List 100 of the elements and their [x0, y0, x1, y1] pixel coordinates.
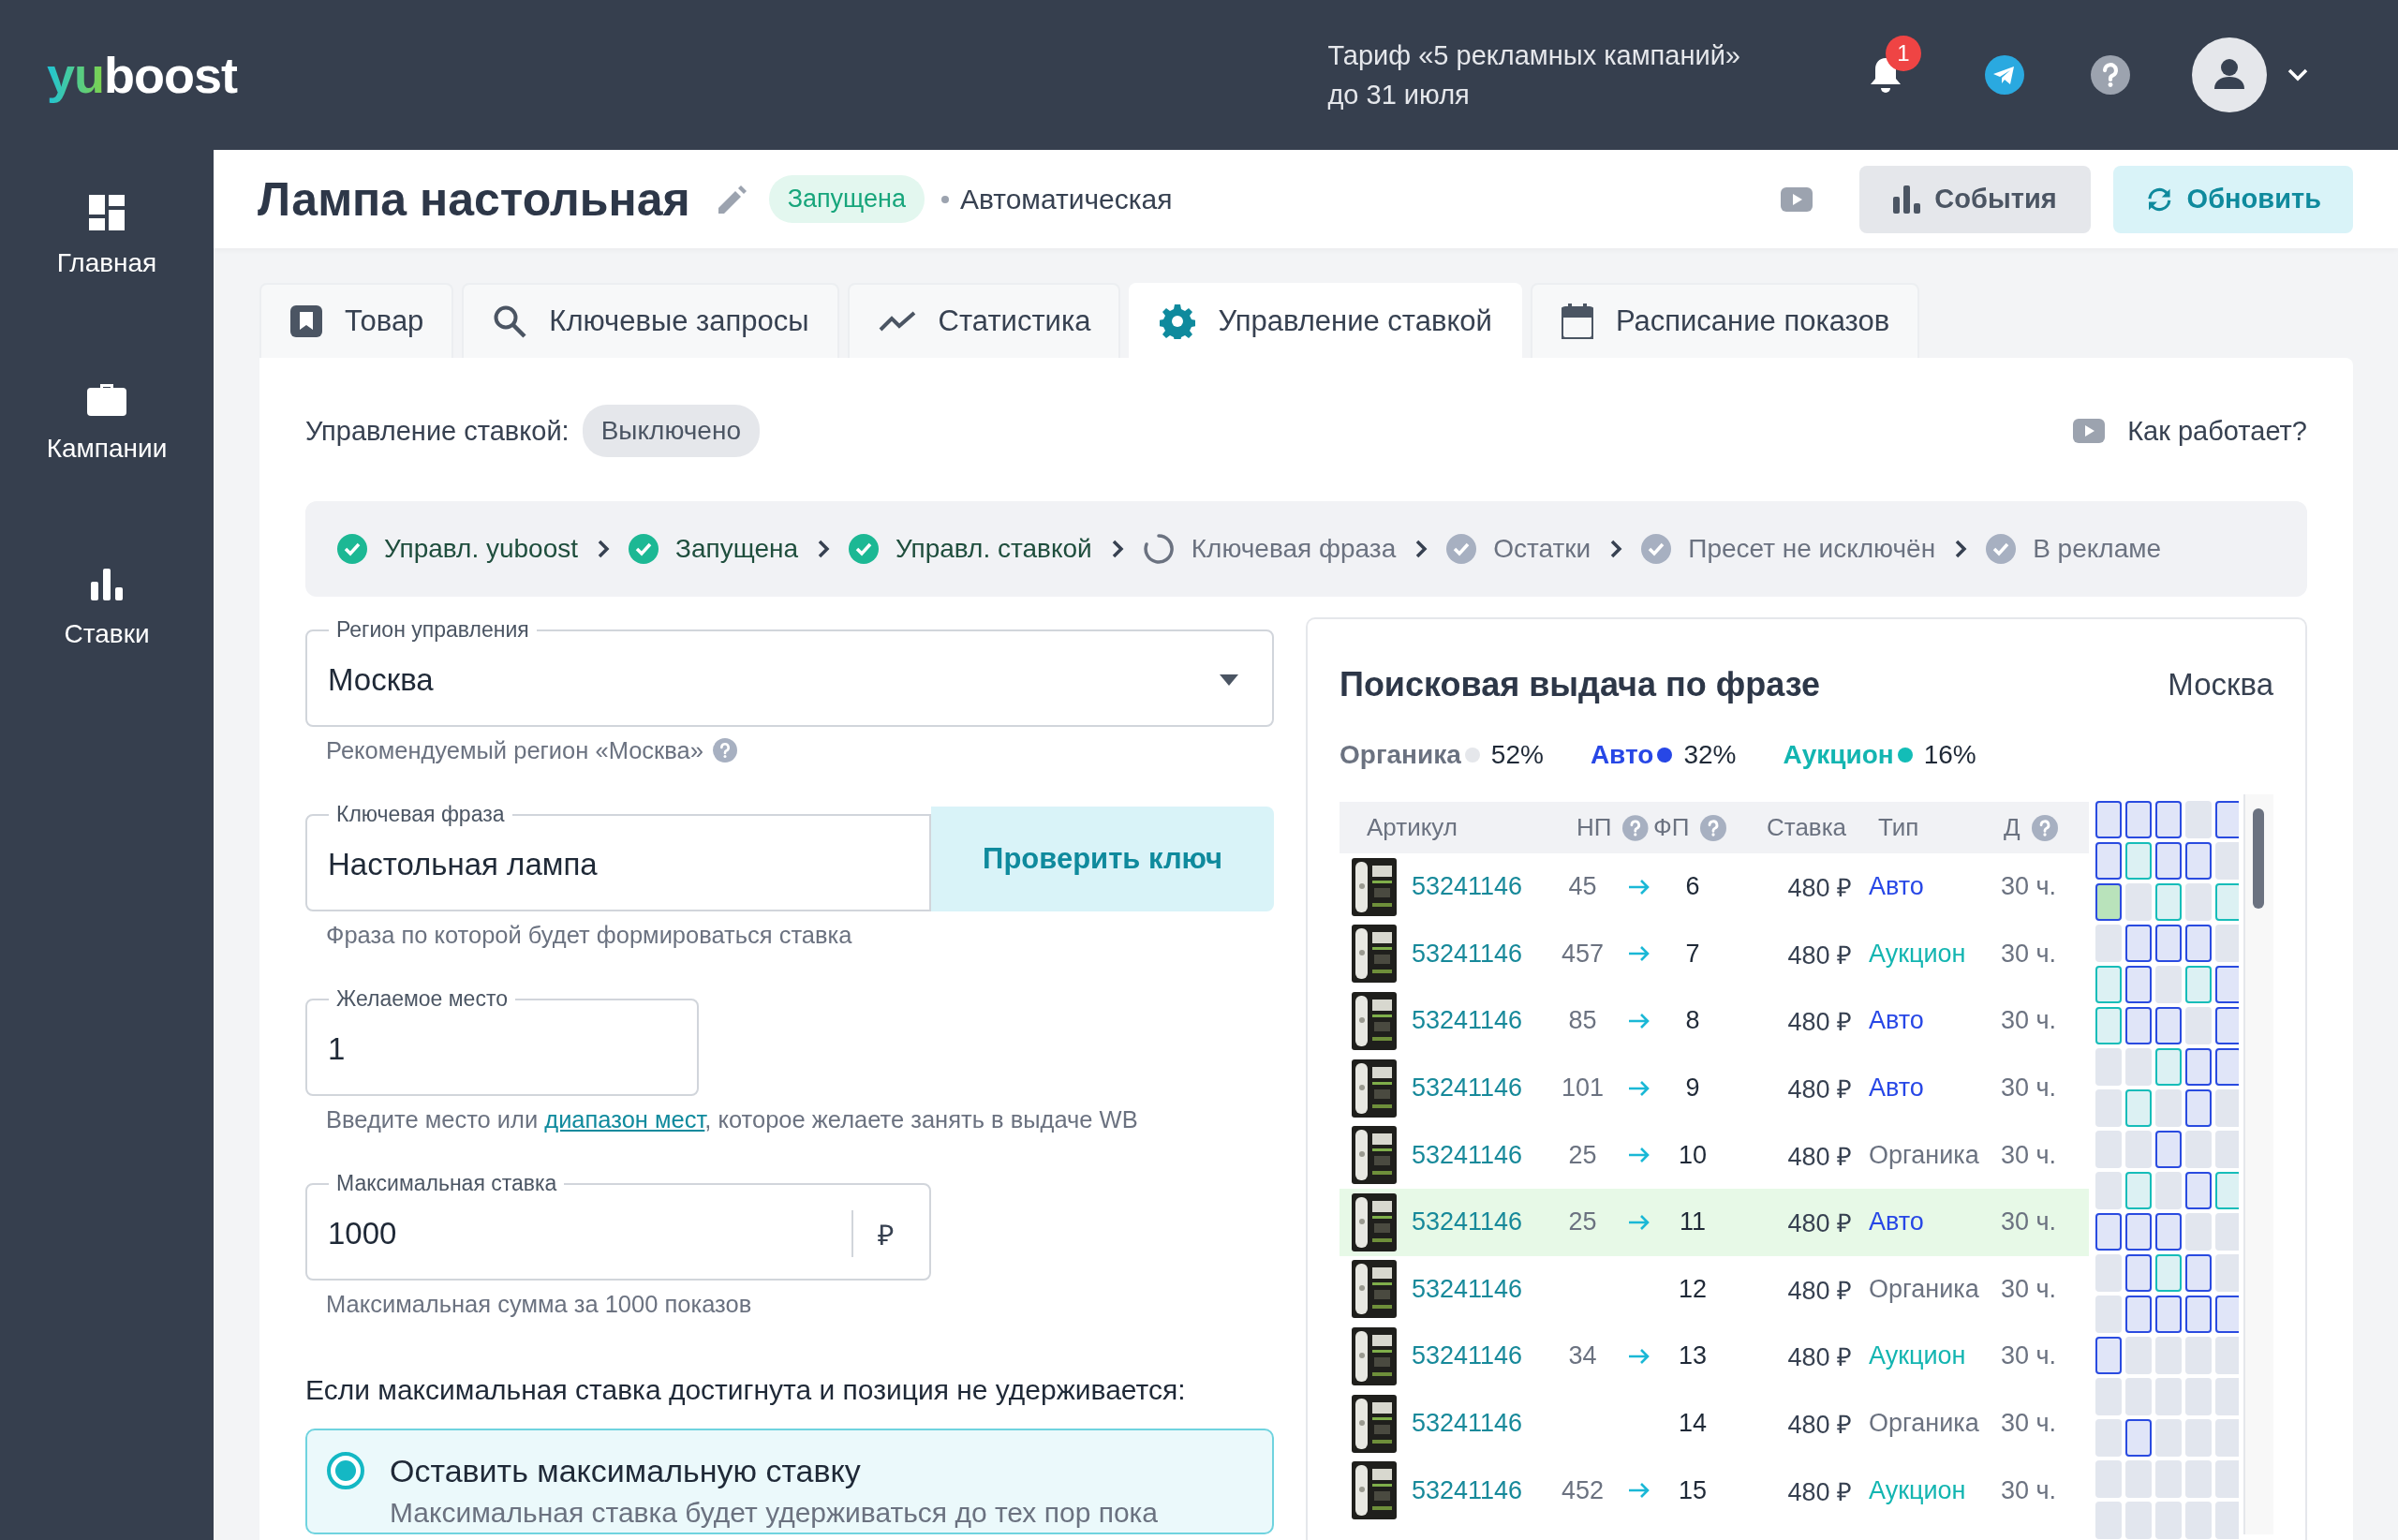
article-link[interactable]: 53241146	[1412, 872, 1523, 902]
position-cell	[2185, 801, 2212, 838]
hint-text: Фраза по которой будет формироваться ставка	[326, 921, 852, 949]
table-row[interactable]: 53241146 85 8 480 ₽ Авто 30 ч.	[1340, 987, 2089, 1055]
article-link[interactable]: 53241146	[1412, 1409, 1523, 1439]
article-link[interactable]: 53241146	[1412, 1006, 1523, 1036]
avatar[interactable]	[2192, 37, 2267, 112]
table-row[interactable]: 53241146 457 7 480 ₽ Аукцион 30 ч.	[1340, 920, 2089, 988]
step-label: Пресет не исключён	[1688, 534, 1936, 564]
field-label: Ключевая фраза	[335, 802, 506, 827]
position-cell	[2155, 883, 2182, 921]
step-label: Управл. yuboost	[384, 534, 579, 564]
table-row[interactable]: 53241146 12 480 ₽ Органика 30 ч.	[1340, 1255, 2089, 1324]
position-cell	[2095, 966, 2122, 1003]
events-button[interactable]: События	[1859, 165, 2091, 233]
position-cell	[2155, 1419, 2182, 1457]
arrow-icon	[1627, 1013, 1650, 1029]
bar-chart-icon[interactable]	[91, 567, 123, 600]
position-cell	[2215, 1337, 2240, 1374]
article-link[interactable]: 53241146	[1412, 1475, 1523, 1505]
spinner-icon	[1142, 533, 1175, 565]
article-link[interactable]: 53241146	[1412, 1140, 1523, 1170]
table-cell: 85	[1568, 1006, 1597, 1035]
position-cell	[2185, 1089, 2212, 1127]
share-value: 52%	[1490, 740, 1544, 770]
position-cell	[2215, 966, 2240, 1003]
position-cell	[2095, 801, 2122, 838]
refresh-button[interactable]: Обновить	[2113, 165, 2353, 233]
table-row[interactable]: 53241146 25 11 480 ₽ Авто 30 ч.	[1340, 1188, 2089, 1256]
position-cell	[2215, 1419, 2240, 1457]
table-cell: 30 ч.	[2001, 1140, 2057, 1169]
arrow-icon	[1627, 945, 1650, 963]
position-cell	[2185, 1172, 2212, 1209]
table-cell: 6	[1685, 872, 1700, 901]
table-row[interactable]: 53241146 34 13 480 ₽ Аукцион 30 ч.	[1340, 1323, 2089, 1390]
table-row[interactable]: 53241146 14 480 ₽ Органика 30 ч.	[1340, 1389, 2089, 1458]
position-cell	[2125, 1296, 2152, 1333]
table-row[interactable]: 53241146 101 9 480 ₽ Авто 30 ч.	[1340, 1054, 2089, 1122]
telegram-icon[interactable]	[1985, 55, 2024, 95]
position-cell	[2185, 1460, 2212, 1498]
table-row[interactable]: 53241146 45 6 480 ₽ Авто 30 ч.	[1340, 853, 2089, 921]
help-icon[interactable]	[2091, 55, 2130, 95]
range-link[interactable]: диапазон мест	[544, 1106, 705, 1133]
tab[interactable]: Статистика	[847, 283, 1121, 358]
dashboard-icon[interactable]	[89, 195, 125, 230]
position-cell	[2125, 842, 2152, 880]
radio-button[interactable]	[326, 1451, 365, 1490]
article-link[interactable]: 53241146	[1412, 1207, 1523, 1237]
position-cell	[2185, 1337, 2212, 1374]
position-cell	[2185, 1254, 2212, 1292]
type-label: Аукцион	[1869, 939, 1966, 968]
search-icon	[493, 304, 527, 338]
chevron-icon	[817, 539, 831, 559]
position-cell	[2125, 1254, 2152, 1292]
check-key-button[interactable]: Проверить ключ	[931, 807, 1274, 911]
arrow-icon	[1627, 1482, 1650, 1500]
table-cell: 30 ч.	[2001, 1475, 2057, 1504]
position-cell	[2095, 1089, 2122, 1127]
arrow-icon	[1627, 878, 1650, 896]
table-cell: 480 ₽	[1787, 1343, 1852, 1372]
nav-item[interactable]: Главная	[56, 248, 157, 278]
scrollbar[interactable]	[2243, 794, 2273, 1534]
position-cell	[2215, 801, 2240, 838]
dropdown-caret-icon[interactable]	[1220, 674, 1238, 686]
caret-icon[interactable]	[2287, 68, 2308, 81]
legend-label: Аукцион	[1783, 740, 1894, 770]
table-cell: 480 ₽	[1787, 940, 1852, 970]
article-link[interactable]: 53241146	[1412, 1274, 1523, 1304]
trend-line-icon	[878, 310, 916, 333]
article-link[interactable]: 53241146	[1412, 1074, 1523, 1103]
calendar-icon	[1561, 304, 1593, 339]
position-cell	[2095, 1254, 2122, 1292]
position-cell	[2125, 883, 2152, 921]
position-cell	[2125, 1213, 2152, 1251]
column-header: Тип	[1878, 813, 1919, 842]
chevron-icon	[597, 539, 611, 559]
position-cell	[2155, 1131, 2182, 1168]
tab[interactable]: Расписание показов	[1530, 283, 1920, 358]
nav-item[interactable]: Ставки	[64, 619, 150, 649]
status-badge: Запущена	[768, 175, 925, 223]
share-value: 32%	[1683, 740, 1737, 770]
field-label: Желаемое место	[335, 986, 509, 1012]
tab[interactable]: Товар	[259, 283, 454, 358]
table-cell: 30 ч.	[2001, 939, 2057, 968]
table-cell: 457	[1561, 939, 1605, 968]
table-cell: 30 ч.	[2001, 1409, 2057, 1438]
table-row[interactable]: 53241146 452 15 480 ₽ Аукцион 30 ч.	[1340, 1457, 2089, 1524]
table-row[interactable]: 53241146 25 10 480 ₽ Органика 30 ч.	[1340, 1121, 2089, 1189]
option-card[interactable]: Оставить максимальную ставку Максимальная ставка будет удерживаться до тех пор пока	[305, 1429, 1274, 1534]
article-link[interactable]: 53241146	[1412, 1341, 1523, 1371]
keyword-field[interactable]: Ключевая фраза Настольная лампа	[305, 802, 931, 911]
table-cell: 10	[1678, 1140, 1707, 1169]
position-cell	[2185, 842, 2212, 880]
article-link[interactable]: 53241146	[1412, 939, 1523, 969]
nav-item[interactable]: Кампании	[46, 434, 168, 464]
help-link[interactable]: Как работает?	[2127, 415, 2307, 447]
table-cell: 30 ч.	[2001, 1274, 2057, 1303]
tab[interactable]: Управление ставкой	[1129, 283, 1522, 358]
tab[interactable]: Ключевые запросы	[462, 283, 839, 358]
position-cell	[2155, 1460, 2182, 1498]
